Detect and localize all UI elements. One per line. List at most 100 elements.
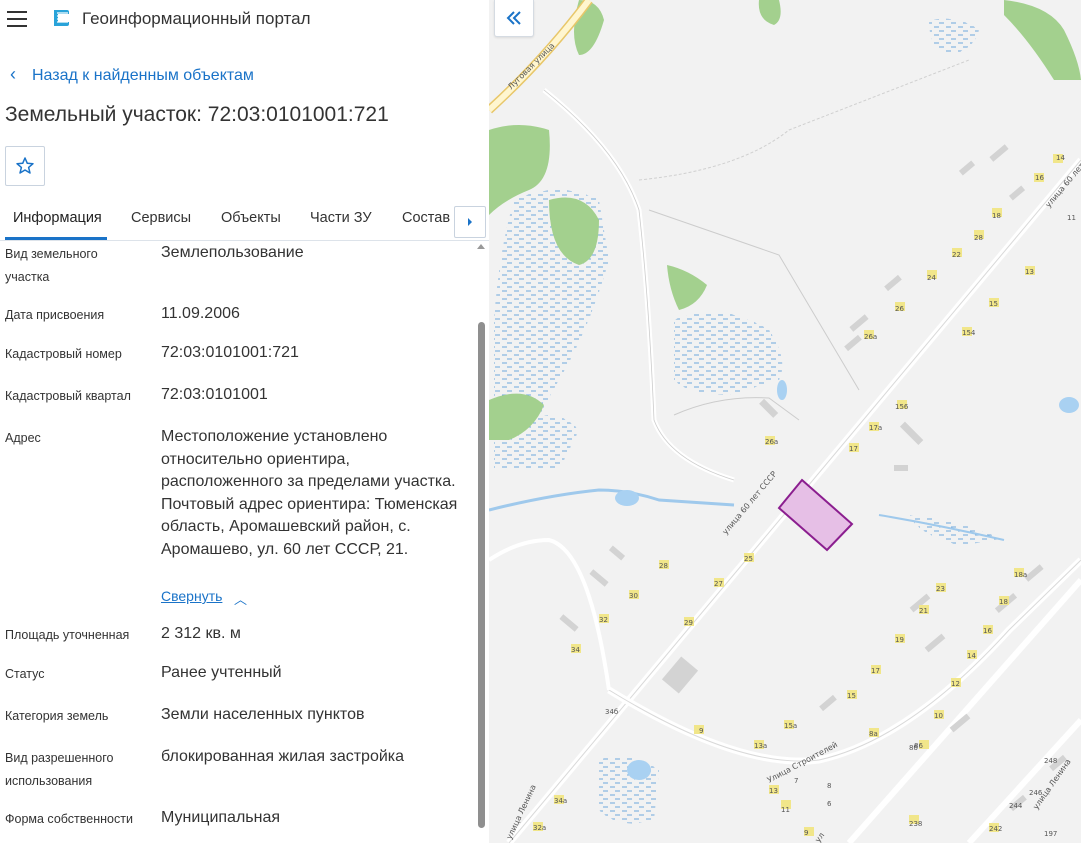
svg-text:156: 156 xyxy=(895,403,909,411)
chevron-left-icon: ‹ xyxy=(10,64,16,84)
svg-text:154: 154 xyxy=(962,329,976,337)
tab-information[interactable]: Информация xyxy=(13,210,102,226)
top-bar: Геоинформационный портал xyxy=(0,0,489,38)
back-link-label: Назад к найденным объектам xyxy=(32,67,254,84)
svg-text:197: 197 xyxy=(1044,830,1057,838)
properties-scrollbar[interactable] xyxy=(476,242,486,843)
svg-text:17а: 17а xyxy=(869,424,882,432)
svg-text:23: 23 xyxy=(936,585,945,593)
svg-text:9: 9 xyxy=(699,727,703,735)
svg-text:17: 17 xyxy=(871,667,880,675)
property-label: Дата присвоения xyxy=(5,308,105,322)
svg-text:13а: 13а xyxy=(754,742,767,750)
properties-list: Вид земельного участка Землепользование … xyxy=(0,241,474,843)
double-chevron-left-icon xyxy=(506,11,521,25)
collapse-address-link[interactable]: Свернуть xyxy=(161,588,222,604)
svg-text:242: 242 xyxy=(989,825,1002,833)
app-title: Геоинформационный портал xyxy=(82,9,311,28)
svg-text:238: 238 xyxy=(909,820,922,828)
scroll-up-arrow-icon[interactable] xyxy=(477,244,485,249)
svg-text:28: 28 xyxy=(974,234,983,242)
svg-text:15: 15 xyxy=(989,300,998,308)
property-label: Адрес xyxy=(5,431,41,445)
svg-text:21: 21 xyxy=(919,607,928,615)
tab-composition[interactable]: Состав xyxy=(402,210,450,226)
svg-text:8а: 8а xyxy=(869,730,878,738)
svg-text:15а: 15а xyxy=(784,722,797,730)
svg-text:34б: 34б xyxy=(605,708,618,716)
svg-text:16: 16 xyxy=(1035,174,1044,182)
property-label: Кадастровый номер xyxy=(5,347,122,361)
svg-text:26: 26 xyxy=(895,305,904,313)
svg-text:18: 18 xyxy=(992,212,1001,220)
chevron-right-icon xyxy=(468,218,472,226)
property-value: Муниципальная xyxy=(161,809,281,826)
property-value: Земли населенных пунктов xyxy=(161,706,365,723)
tabs-next-button[interactable] xyxy=(454,206,486,238)
portal-logo-icon xyxy=(54,10,69,26)
tab-services[interactable]: Сервисы xyxy=(131,210,191,226)
svg-text:244: 244 xyxy=(1009,802,1023,810)
svg-text:9: 9 xyxy=(804,829,808,837)
svg-text:6: 6 xyxy=(827,800,832,808)
svg-text:11: 11 xyxy=(781,806,790,814)
svg-text:10: 10 xyxy=(934,712,943,720)
map-canvas[interactable]: 1416 18 11 2822 2426 26а13 15154 15617а 1… xyxy=(489,0,1081,843)
svg-text:13: 13 xyxy=(1025,268,1034,276)
property-value: 11.09.2006 xyxy=(161,305,240,322)
tab-objects[interactable]: Объекты xyxy=(221,210,281,226)
svg-text:14: 14 xyxy=(1056,154,1065,162)
svg-text:18а: 18а xyxy=(1014,571,1027,579)
svg-text:18: 18 xyxy=(999,598,1008,606)
svg-text:34: 34 xyxy=(571,646,580,654)
svg-text:34а: 34а xyxy=(554,797,567,805)
page-title: Земельный участок: 72:03:0101001:721 xyxy=(5,103,389,126)
svg-text:22: 22 xyxy=(952,251,961,259)
hamburger-icon[interactable] xyxy=(7,11,27,27)
property-value: Землепользование xyxy=(161,244,304,261)
property-value: блокированная жилая застройка xyxy=(161,748,405,765)
scroll-thumb[interactable] xyxy=(478,322,485,828)
svg-text:8: 8 xyxy=(827,782,831,790)
svg-text:17: 17 xyxy=(849,445,858,453)
star-outline-icon xyxy=(16,157,34,174)
svg-text:29: 29 xyxy=(684,619,693,627)
address-value: Местоположение установлено относительно … xyxy=(161,428,458,558)
property-label: Вид разрешенного использования xyxy=(5,751,114,788)
chevron-up-icon[interactable]: ︿ xyxy=(234,589,247,608)
back-link[interactable]: ‹ Назад к найденным объектам xyxy=(10,64,254,85)
svg-text:12: 12 xyxy=(951,680,960,688)
svg-text:28: 28 xyxy=(659,562,668,570)
svg-text:13: 13 xyxy=(769,787,778,795)
property-label: Форма собственности xyxy=(5,812,133,826)
collapse-panel-button[interactable] xyxy=(494,0,534,37)
svg-text:11: 11 xyxy=(1067,214,1076,222)
property-label: Площадь уточненная xyxy=(5,628,130,642)
tab-parts[interactable]: Части ЗУ xyxy=(310,210,372,226)
svg-text:14: 14 xyxy=(967,652,976,660)
info-panel: Геоинформационный портал ‹ Назад к найден… xyxy=(0,0,489,843)
svg-text:27: 27 xyxy=(714,580,723,588)
svg-text:26а: 26а xyxy=(765,438,778,446)
svg-text:32а: 32а xyxy=(533,824,546,832)
svg-text:19: 19 xyxy=(895,636,904,644)
svg-text:32: 32 xyxy=(599,616,608,624)
svg-text:25: 25 xyxy=(744,555,753,563)
svg-text:248: 248 xyxy=(1044,757,1057,765)
active-tab-indicator xyxy=(5,237,107,240)
svg-text:16: 16 xyxy=(983,627,992,635)
svg-text:26а: 26а xyxy=(864,333,877,341)
property-label: Категория земель xyxy=(5,709,109,723)
svg-text:24: 24 xyxy=(927,274,936,282)
property-value: Ранее учтенный xyxy=(161,664,282,681)
favorite-button[interactable] xyxy=(5,146,45,186)
svg-text:7: 7 xyxy=(794,777,798,785)
property-value: 72:03:0101001 xyxy=(161,386,268,403)
tab-bar: Информация Сервисы Объекты Части ЗУ Сост… xyxy=(0,200,489,241)
property-value: 72:03:0101001:721 xyxy=(161,344,299,361)
svg-text:86: 86 xyxy=(914,742,923,750)
map-view[interactable]: 14 16 18 11 28 22 24 26 26а 13 15 154 156 17а 1… xyxy=(489,0,1081,843)
svg-text:30: 30 xyxy=(629,592,638,600)
svg-text:15: 15 xyxy=(847,692,856,700)
property-label: Статус xyxy=(5,667,45,681)
